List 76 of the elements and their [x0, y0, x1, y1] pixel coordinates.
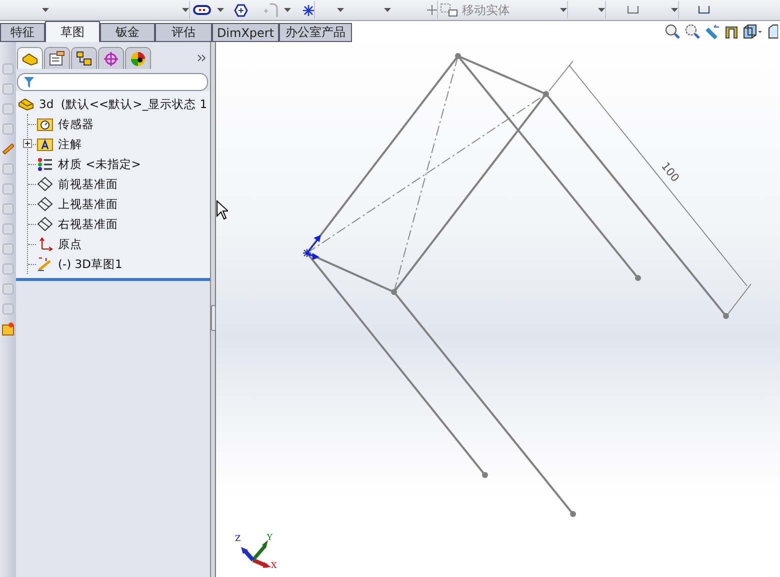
zoom-to-fit-icon[interactable] — [665, 24, 680, 39]
panel-tab[interactable] — [71, 47, 97, 69]
panel-tab[interactable] — [125, 47, 151, 69]
x-axis-arrow — [252, 558, 271, 568]
dropdown-caret-icon[interactable] — [217, 8, 224, 12]
material-list-icon — [37, 157, 53, 171]
sketch-pencil-icon — [37, 257, 53, 271]
dropdown-caret-icon[interactable] — [560, 8, 567, 12]
frame-icon[interactable] — [627, 6, 639, 14]
tree-item[interactable]: 传感器 — [58, 116, 94, 132]
folder-gauge-icon — [37, 117, 53, 131]
zoom-to-area-icon[interactable] — [685, 24, 700, 39]
view-orientation-icon[interactable] — [743, 24, 763, 39]
ribbon-tab[interactable]: 办公室产品 — [279, 23, 352, 42]
tree-item[interactable]: 上视基准面 — [58, 196, 118, 212]
ribbon-tab[interactable]: 评估 — [155, 23, 212, 42]
mouse-pointer-icon — [216, 200, 228, 220]
double-chevron-icon[interactable] — [197, 54, 206, 62]
sketch-point — [455, 53, 461, 59]
folder-letter-icon — [37, 137, 53, 151]
plus-icon — [24, 140, 31, 147]
funnel-icon — [24, 76, 34, 88]
plane-icon — [37, 177, 53, 191]
dropdown-caret-icon[interactable] — [284, 8, 291, 12]
sketch-point — [635, 275, 641, 281]
z-axis-arrow — [241, 547, 254, 562]
sketch-point — [482, 472, 488, 478]
move-entities-icon[interactable] — [440, 3, 458, 17]
y-axis-arrow — [252, 540, 268, 562]
hexagon-plus-icon[interactable] — [234, 4, 248, 16]
previous-view-icon[interactable] — [705, 24, 720, 39]
asterisk-point-icon[interactable] — [303, 4, 314, 16]
plane-icon — [37, 197, 53, 211]
sketch-point — [723, 313, 729, 319]
panel-tab[interactable] — [44, 47, 70, 69]
crosshair-icon — [103, 50, 119, 66]
tree-item[interactable]: 材质 <未指定> — [58, 156, 141, 172]
dropdown-caret-icon[interactable] — [42, 8, 49, 12]
part-icon — [18, 97, 34, 111]
origin-axes-icon — [37, 237, 53, 251]
ribbon-tab[interactable]: 特征 — [0, 23, 45, 42]
expand-toggle[interactable] — [23, 139, 32, 148]
axis-label: X — [271, 561, 277, 569]
panel-collapse-handle[interactable] — [211, 305, 216, 331]
tree-item[interactable]: 前视基准面 — [58, 176, 118, 192]
slot-icon[interactable] — [193, 5, 211, 15]
dropdown-caret-icon[interactable] — [182, 8, 189, 12]
dropdown-caret-icon[interactable] — [598, 8, 605, 12]
section-view-icon[interactable] — [725, 24, 738, 39]
tree-item[interactable]: (-) 3D草图1 — [58, 256, 122, 272]
filter-field[interactable] — [17, 73, 208, 91]
ribbon-tab[interactable]: 钣金 — [100, 23, 155, 42]
frame-icon[interactable] — [698, 6, 710, 14]
display-style-icon[interactable] — [768, 24, 778, 39]
axis-label: Y — [267, 533, 272, 542]
ribbon-tab[interactable]: DimXpert — [212, 23, 279, 42]
ribbon-tab[interactable]: 草图 — [45, 21, 100, 42]
dropdown-caret-icon[interactable] — [671, 8, 678, 12]
panel-tab[interactable] — [17, 47, 43, 69]
property-sheet-icon — [49, 51, 65, 66]
tree-item[interactable]: 3d (默认<<默认>_显示状态 1 — [39, 96, 208, 112]
origin-marker-icon — [302, 234, 321, 260]
tree-item[interactable]: 右视基准面 — [58, 216, 118, 232]
sketch-tool-icon[interactable] — [2, 142, 14, 156]
part-icon — [22, 52, 38, 66]
tree-item[interactable]: 原点 — [58, 236, 82, 252]
axis-label: Z — [235, 534, 241, 543]
sketch-point — [391, 289, 397, 295]
configuration-tree-icon — [76, 51, 92, 66]
plane-icon — [37, 217, 53, 231]
sketch-point — [543, 91, 549, 97]
tree-item[interactable]: 注解 — [58, 136, 82, 152]
dropdown-caret-icon[interactable] — [337, 8, 344, 12]
sketch-point — [570, 511, 576, 517]
color-ball-icon — [130, 50, 146, 66]
dropdown-caret-icon[interactable] — [384, 8, 391, 12]
